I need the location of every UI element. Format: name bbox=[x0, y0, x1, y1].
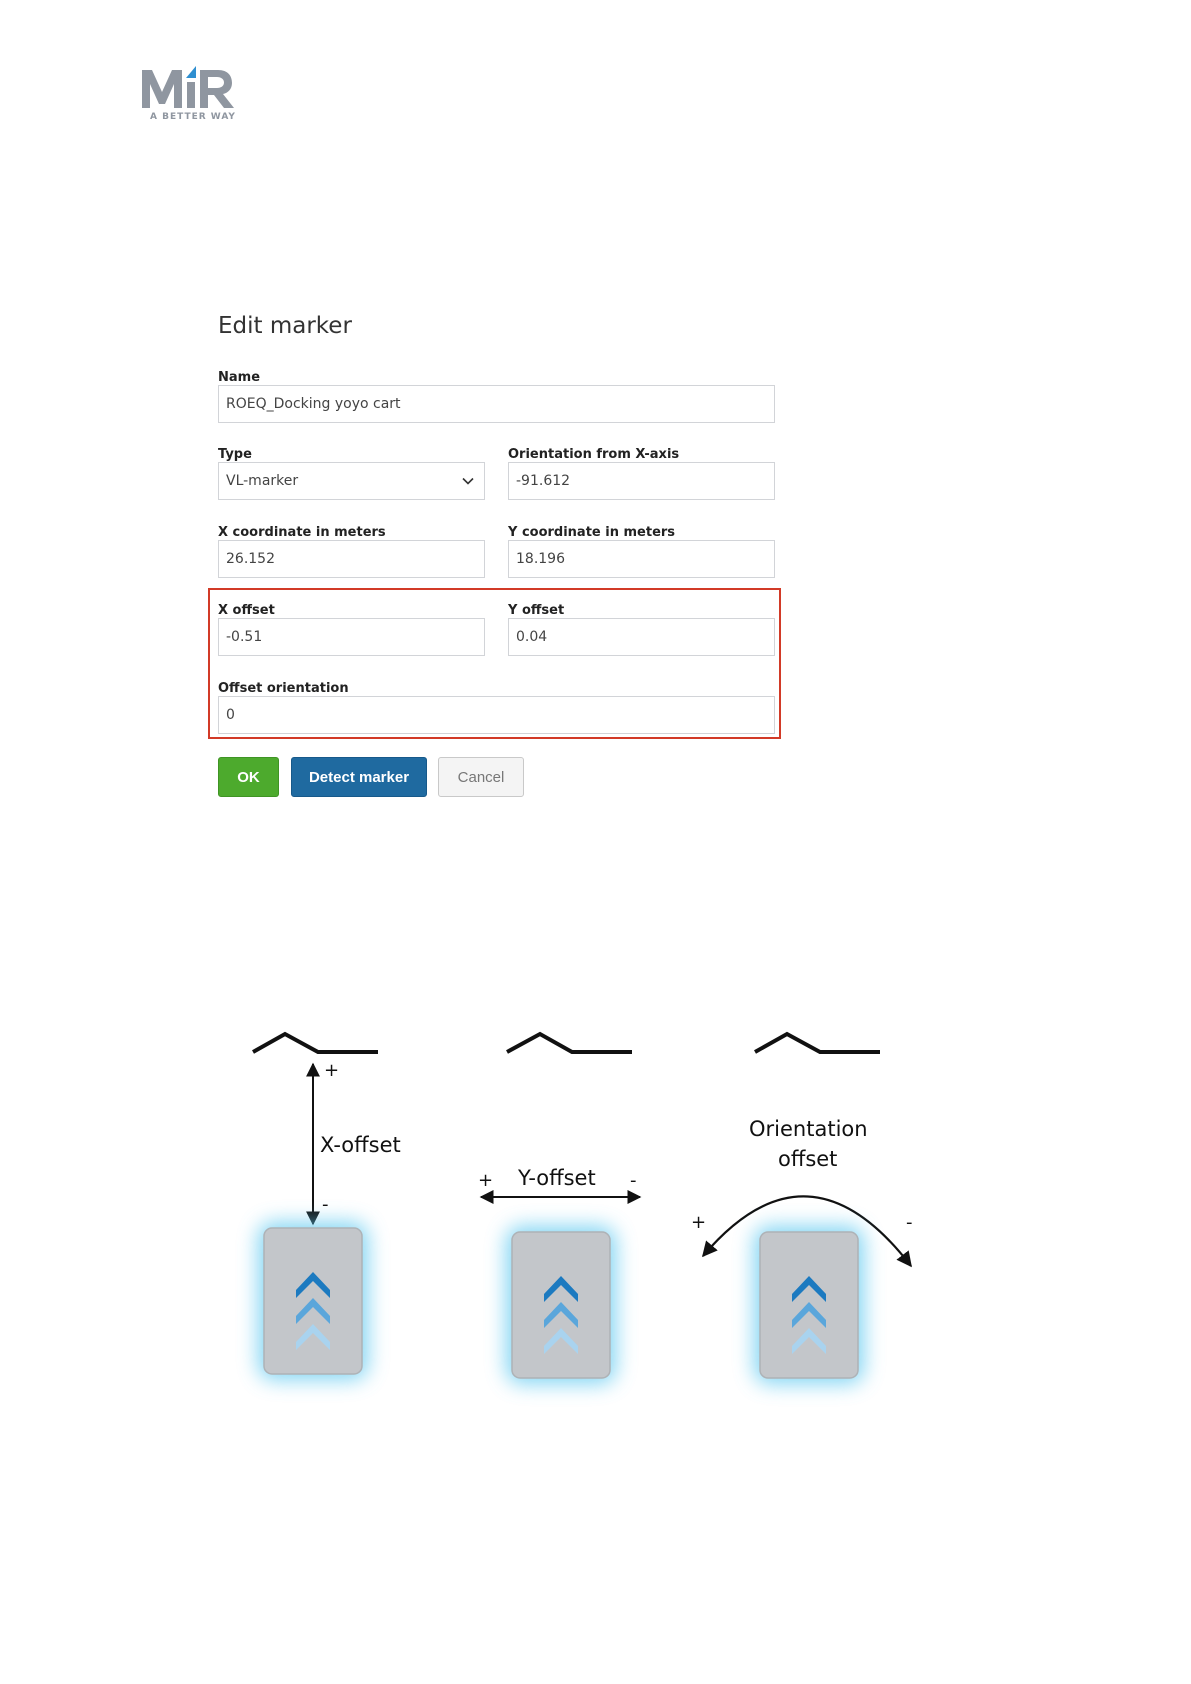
vl-marker-shape-2 bbox=[506, 1031, 632, 1054]
y-offset-minus: - bbox=[630, 1170, 637, 1191]
vl-marker-shape-3 bbox=[754, 1031, 880, 1054]
robot-icon bbox=[258, 1222, 368, 1380]
y-offset-label: Y-offset bbox=[518, 1166, 596, 1190]
vl-marker-shape-1 bbox=[252, 1031, 378, 1054]
x-offset-plus: + bbox=[324, 1060, 340, 1081]
x-offset-label: X-offset bbox=[320, 1133, 401, 1157]
x-offset-minus: - bbox=[322, 1194, 329, 1215]
orientation-offset-minus: - bbox=[906, 1212, 913, 1233]
orientation-offset-plus: + bbox=[691, 1212, 707, 1233]
orientation-offset-label-line1: Orientation bbox=[749, 1117, 868, 1141]
robot-icon bbox=[506, 1226, 616, 1384]
y-offset-plus: + bbox=[478, 1170, 494, 1191]
robot-icon bbox=[754, 1226, 864, 1384]
offset-diagram bbox=[252, 1031, 912, 1384]
orientation-offset-label-line2: offset bbox=[778, 1147, 838, 1171]
